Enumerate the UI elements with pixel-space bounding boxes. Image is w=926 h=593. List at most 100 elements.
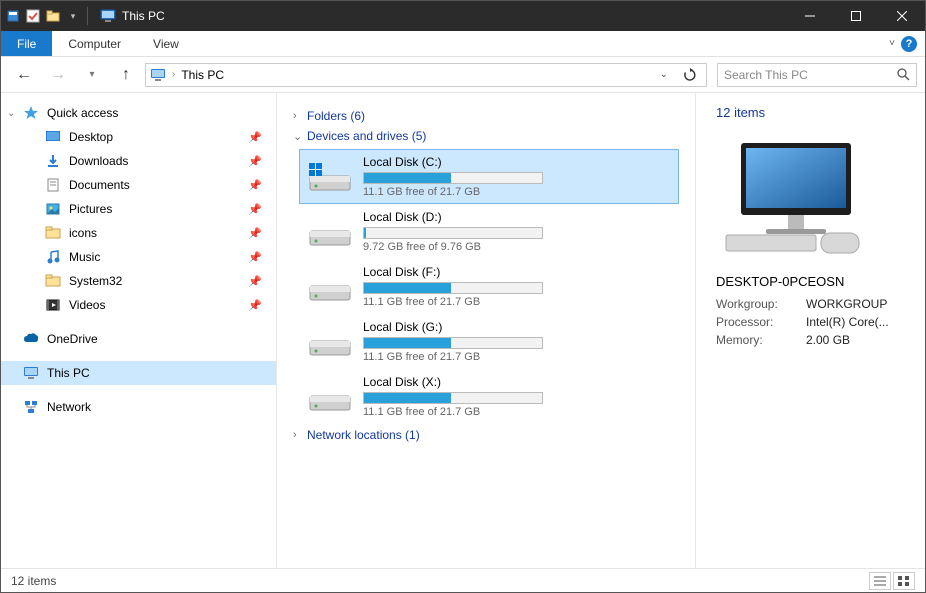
monitor-icon [23,365,39,381]
details-key: Workgroup: [716,295,806,313]
ribbon-tab-file[interactable]: File [1,31,52,56]
nav-back-button[interactable]: ← [9,61,39,89]
details-row: Memory:2.00 GB [716,331,911,349]
sidebar-item-label: Desktop [69,130,113,144]
qat-dropdown-icon[interactable]: ▾ [65,8,81,24]
ribbon-expand-icon[interactable]: ˅ [889,38,895,49]
group-drives[interactable]: ⌄ Devices and drives (5) [293,129,679,143]
nav-forward-button[interactable]: → [43,61,73,89]
pin-icon: 📌 [248,251,262,264]
pin-icon: 📌 [248,275,262,288]
sidebar-item-desktop[interactable]: Desktop 📌 [1,125,276,149]
drive-usage-bar [363,392,543,404]
qat-newfolder-icon[interactable] [45,8,61,24]
sidebar-item-label: Music [69,250,100,264]
star-icon [23,105,39,121]
sidebar-label: This PC [47,366,90,380]
sidebar-item-label: Videos [69,298,105,312]
group-label: Network locations (1) [307,428,420,442]
address-crumb[interactable]: This PC [181,68,224,82]
drive-item[interactable]: Local Disk (F:)11.1 GB free of 21.7 GB [299,259,679,314]
titlebar: ▾ This PC [1,1,925,31]
drive-usage-bar [363,227,543,239]
address-history-dropdown[interactable]: ⌄ [656,69,672,80]
main-pane: › Folders (6) ⌄ Devices and drives (5) L… [277,93,695,568]
address-thispc-icon [150,67,166,83]
details-value: WORKGROUP [806,295,911,313]
thispc-titlebar-icon [100,8,116,24]
details-computer-name: DESKTOP-0PCEOSN [716,274,911,289]
drive-icon [307,380,353,414]
group-label: Folders (6) [307,109,365,123]
sidebar-onedrive[interactable]: OneDrive [1,327,276,351]
pin-icon: 📌 [248,179,262,192]
drive-item[interactable]: Local Disk (C:)11.1 GB free of 21.7 GB [299,149,679,204]
drive-free-text: 11.1 GB free of 21.7 GB [363,351,671,363]
sidebar-this-pc[interactable]: This PC [1,361,276,385]
pin-icon: 📌 [248,131,262,144]
nav-toolbar: ← → ▾ ↑ › This PC ⌄ [1,57,925,93]
drive-item[interactable]: Local Disk (X:)11.1 GB free of 21.7 GB [299,369,679,424]
search-icon[interactable] [897,68,910,81]
details-value: 2.00 GB [806,331,911,349]
sidebar-quick-access[interactable]: ⌄ Quick access [1,101,276,125]
folder-icon [45,129,61,145]
sidebar-item-pictures[interactable]: Pictures📌 [1,197,276,221]
sidebar-network[interactable]: Network [1,395,276,419]
folder-icon [45,153,61,169]
qat-properties-icon[interactable] [5,8,21,24]
folder-icon [45,177,61,193]
sidebar-item-icons[interactable]: icons📌 [1,221,276,245]
address-bar[interactable]: › This PC ⌄ [145,63,707,87]
sidebar-item-label: Documents [69,178,130,192]
group-folders[interactable]: › Folders (6) [293,109,679,123]
qat-check-icon[interactable] [25,8,41,24]
network-icon [23,399,39,415]
nav-up-button[interactable]: ↑ [111,61,141,89]
search-box[interactable] [717,63,917,87]
ribbon-tab-view[interactable]: View [137,31,195,56]
group-network-locations[interactable]: › Network locations (1) [293,428,679,442]
chevron-right-icon[interactable]: › [293,110,307,122]
chevron-right-icon[interactable]: › [293,429,307,441]
drive-usage-bar [363,337,543,349]
pin-icon: 📌 [248,155,262,168]
drive-item[interactable]: Local Disk (D:)9.72 GB free of 9.76 GB [299,204,679,259]
view-details-button[interactable] [869,572,891,590]
drive-name: Local Disk (D:) [363,210,671,224]
maximize-button[interactable] [833,1,879,31]
content-area: ⌄ Quick access Desktop📌Downloads📌Documen… [1,93,925,568]
chevron-down-icon[interactable]: ⌄ [293,130,307,143]
details-key: Processor: [716,313,806,331]
drive-icon [307,270,353,304]
sidebar-item-music[interactable]: Music 📌 [1,245,276,269]
details-row: Processor:Intel(R) Core(... [716,313,911,331]
drive-item[interactable]: Local Disk (G:) 11.1 GB free of 21.7 GB [299,314,679,369]
search-input[interactable] [724,68,897,82]
view-icons-button[interactable] [893,572,915,590]
drive-usage-bar [363,282,543,294]
drive-free-text: 11.1 GB free of 21.7 GB [363,406,671,418]
refresh-button[interactable] [678,68,702,82]
help-icon[interactable]: ? [901,36,917,52]
close-button[interactable] [879,1,925,31]
chevron-down-icon[interactable]: ⌄ [7,108,15,119]
sidebar-item-videos[interactable]: Videos 📌 [1,293,276,317]
sidebar-item-downloads[interactable]: Downloads📌 [1,149,276,173]
ribbon: File Computer View ˅ ? [1,31,925,57]
details-value: Intel(R) Core(... [806,313,911,331]
status-bar: 12 items [1,568,925,592]
sidebar-item-system32[interactable]: System32📌 [1,269,276,293]
drive-icon [307,160,353,194]
pin-icon: 📌 [248,299,262,312]
details-computer-image [716,130,876,260]
drive-free-text: 11.1 GB free of 21.7 GB [363,296,671,308]
sidebar-item-documents[interactable]: Documents 📌 [1,173,276,197]
minimize-button[interactable] [787,1,833,31]
ribbon-tab-computer[interactable]: Computer [52,31,137,56]
folder-icon [45,225,61,241]
drive-usage-bar [363,172,543,184]
drive-name: Local Disk (G:) [363,320,671,334]
folder-icon [45,201,61,217]
nav-recent-dropdown[interactable]: ▾ [77,61,107,89]
